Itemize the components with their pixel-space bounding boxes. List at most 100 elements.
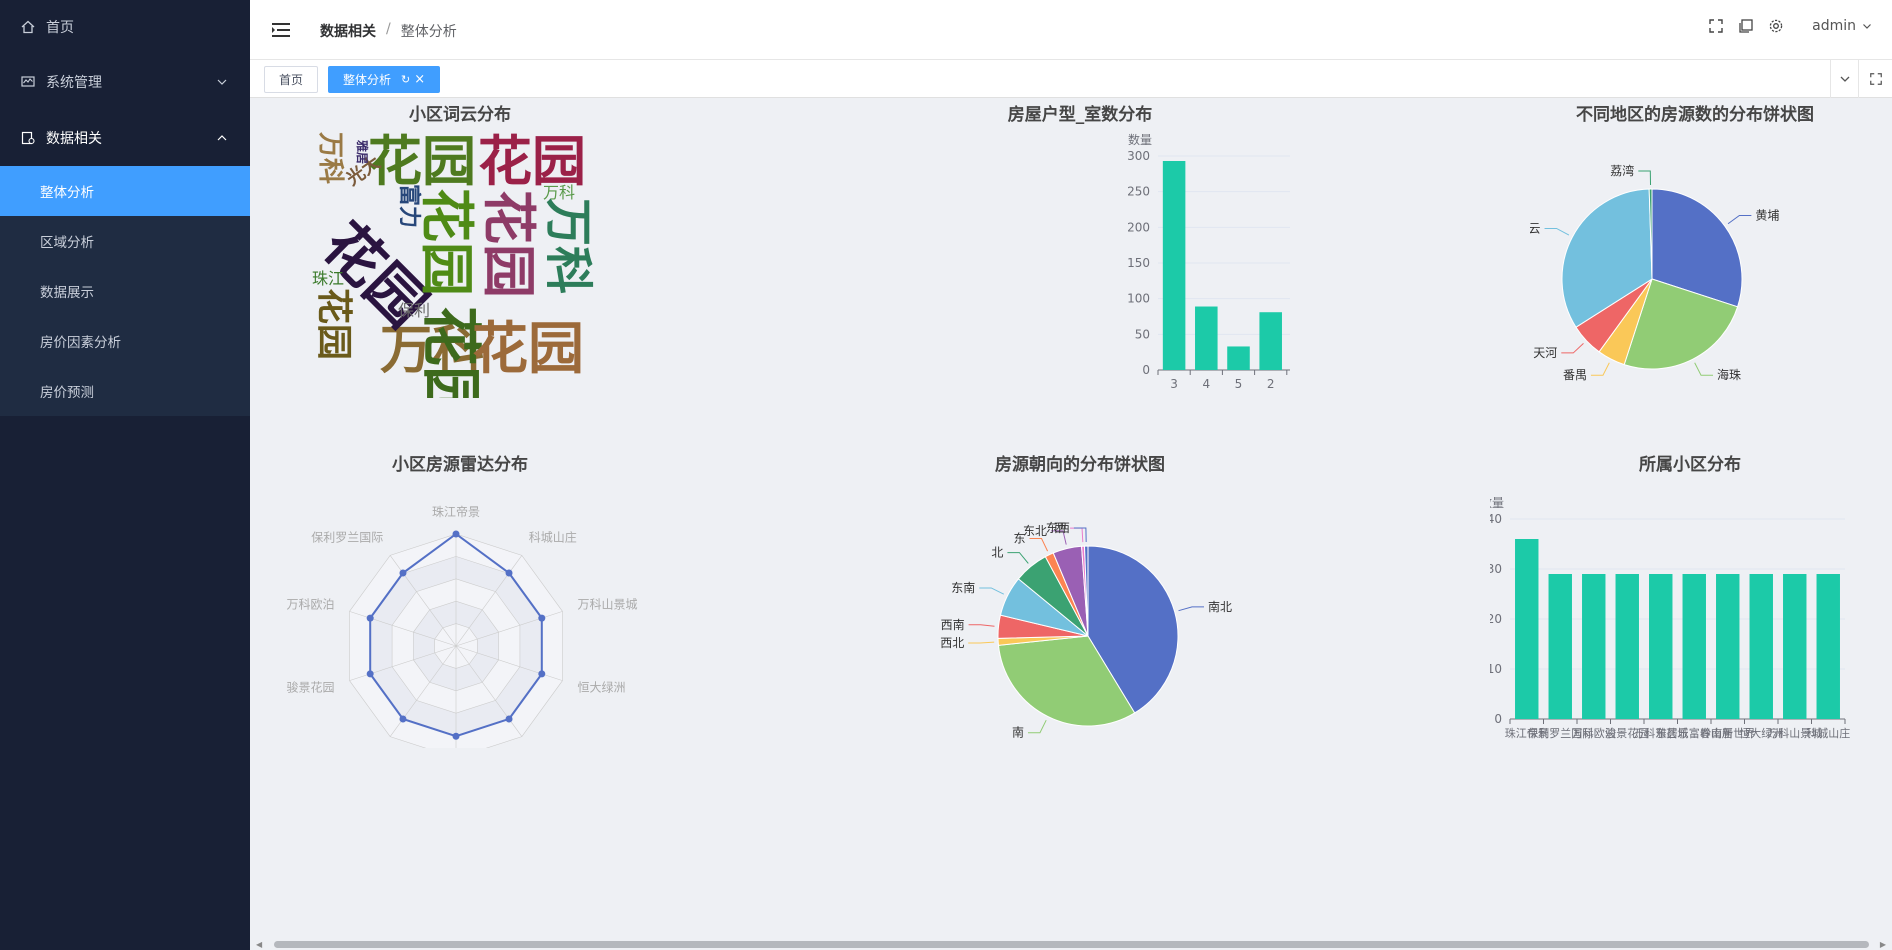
radar-point <box>399 569 407 577</box>
header-actions: admin <box>1708 18 1872 34</box>
word: 万科 <box>540 198 596 294</box>
tab-overall[interactable]: 整体分析 ↻ × <box>328 66 441 93</box>
word: 花园 <box>472 317 584 382</box>
breadcrumb: 数据相关 / 整体分析 <box>320 21 457 41</box>
scrollbar-thumb[interactable] <box>274 941 1869 948</box>
sidebar-item-home[interactable]: 首页 <box>0 0 250 54</box>
community-bar-panel: 所属小区分布 数量010203040珠江帝景保利罗兰国际万科欧泊骏景花园万科东荟… <box>1490 448 1890 748</box>
radar-indicator-label: 骏景花园 <box>287 679 335 694</box>
pie-label: 黄埔 <box>1755 209 1779 223</box>
copy-icon[interactable] <box>1738 18 1754 34</box>
room-bar-chart: 数量050100150200250300345286101597 <box>1127 132 1290 391</box>
orient-pie-chart: 南北南西北西南东南北东东北 西东西 <box>940 521 1232 740</box>
radar-indicator-label: 万科山景城 <box>577 598 637 612</box>
pie-label: 番禺 <box>1563 368 1587 382</box>
bar <box>1716 574 1740 719</box>
breadcrumb-parent: 数据相关 <box>320 24 376 40</box>
pie-leader-line <box>1029 538 1049 552</box>
pie-leader-line <box>968 624 995 627</box>
radar-panel: 小区房源雷达分布 科城山庄万科山景城恒大绿洲岭南新世界雅居乐富春山居万科东荟城骏… <box>250 448 670 748</box>
pie-label: 南 <box>1012 725 1024 740</box>
district-pie-panel: 不同地区的房源数的分布饼状图 黄埔海珠番禺天河白云荔湾 <box>1530 98 1860 398</box>
chevron-up-icon <box>217 135 227 141</box>
tabs-bar: 首页 整体分析 ↻ × <box>250 60 1892 98</box>
scroll-right-icon[interactable]: ▶ <box>1880 940 1886 949</box>
y-tick-label: 250 <box>1127 185 1150 199</box>
x-tick-label: 5 <box>1235 377 1243 391</box>
gear-icon[interactable] <box>1768 18 1784 34</box>
sidebar-item-system[interactable]: 系统管理 <box>0 54 250 110</box>
user-menu[interactable]: admin <box>1812 18 1872 34</box>
pie-leader-line <box>1178 606 1205 612</box>
pie-leader-line <box>1727 215 1752 225</box>
sidebar-subitem-overall[interactable]: 整体分析 <box>0 166 250 216</box>
breadcrumb-current: 整体分析 <box>400 24 457 40</box>
radar-indicator-label: 科城山庄 <box>529 530 577 545</box>
chevron-down-icon <box>1863 24 1871 29</box>
bar <box>1615 574 1639 719</box>
x-tick-label: 2 <box>1267 377 1275 391</box>
community-bar-chart: 数量010203040珠江帝景保利罗兰国际万科欧泊骏景花园万科东荟城雅居乐富春山… <box>1490 495 1850 740</box>
pie-leader-line <box>1027 719 1047 734</box>
y-tick-label: 50 <box>1135 327 1150 341</box>
sidebar-subitem-factors[interactable]: 房价因素分析 <box>0 316 250 366</box>
tabs-dropdown[interactable] <box>1830 60 1858 98</box>
pie-leader-line <box>1070 527 1084 543</box>
radar-indicator-label: 恒大绿洲 <box>577 679 625 694</box>
tab-home[interactable]: 首页 <box>264 66 319 93</box>
radar-point <box>538 670 546 678</box>
radar-chart: 科城山庄万科山景城恒大绿洲岭南新世界雅居乐富春山居万科东荟城骏景花园万科欧泊保利… <box>287 504 637 748</box>
y-tick-label: 200 <box>1127 220 1150 234</box>
tabs-actions <box>1830 60 1892 98</box>
hamburger-icon[interactable] <box>272 22 290 38</box>
bar <box>1548 574 1572 719</box>
y-axis-label: 数量 <box>1128 132 1152 147</box>
y-tick-label: 40 <box>1490 512 1502 526</box>
sidebar: 首页 系统管理 数据相关 整体分析 区域分析 数据展示 房价因素分析 房价预测 <box>0 0 250 950</box>
scroll-left-icon[interactable]: ◀ <box>256 940 262 949</box>
chevron-down-icon <box>217 79 227 85</box>
horizontal-scrollbar[interactable]: ◀ ▶ <box>250 938 1892 950</box>
word: 珠江 <box>312 269 344 288</box>
tab-label: 首页 <box>279 73 304 87</box>
pie-label: 东南 <box>951 580 975 595</box>
x-tick-label: 3 <box>1170 377 1178 391</box>
pie-label: 西南 <box>941 617 965 632</box>
pie-label: 东西 <box>1046 521 1070 535</box>
pie-label: 白云 <box>1530 220 1541 235</box>
radar-point <box>452 530 460 538</box>
expand-icon <box>1869 73 1882 85</box>
bar <box>1582 574 1606 719</box>
bar <box>1816 574 1840 719</box>
fullscreen-icon[interactable] <box>1708 18 1724 34</box>
y-tick-label: 300 <box>1127 149 1150 163</box>
radar-point <box>505 715 513 723</box>
x-tick-label: 4 <box>1202 377 1210 391</box>
pie-label: 东北 <box>1023 524 1047 538</box>
data-icon <box>20 130 36 146</box>
chevron-down-icon <box>1840 76 1849 82</box>
word: 富力 <box>396 184 422 228</box>
word: 花园 <box>415 188 478 296</box>
sidebar-subitem-predict[interactable]: 房价预测 <box>0 366 250 416</box>
tabs-fullscreen[interactable] <box>1858 60 1892 98</box>
room-bar-panel: 房屋户型_室数分布 数量0501001502002503003452861015… <box>870 98 1290 398</box>
pie-label: 天河 <box>1533 346 1557 360</box>
y-tick-label: 20 <box>1490 612 1502 626</box>
word: 万科 <box>543 183 575 202</box>
word: 花园 <box>477 190 540 298</box>
bar <box>1515 539 1539 719</box>
breadcrumb-separator: / <box>386 21 391 37</box>
monitor-icon <box>20 74 36 90</box>
refresh-icon[interactable]: ↻ <box>401 73 410 86</box>
radar-indicator-label: 岭南新世界 <box>529 746 589 748</box>
wordcloud-panel: 小区词云分布 花园 花园 万科 花园 花园 花园 万科 花园 万科 花园 花园 … <box>250 98 670 398</box>
sidebar-subitem-display[interactable]: 数据展示 <box>0 266 250 316</box>
pie-leader-line <box>1590 362 1610 376</box>
close-icon[interactable]: × <box>414 72 425 87</box>
bar <box>1783 574 1807 719</box>
pie-leader-line <box>1007 552 1029 564</box>
sidebar-subitem-region[interactable]: 区域分析 <box>0 216 250 266</box>
radar-point <box>366 614 374 622</box>
sidebar-item-data[interactable]: 数据相关 <box>0 110 250 166</box>
